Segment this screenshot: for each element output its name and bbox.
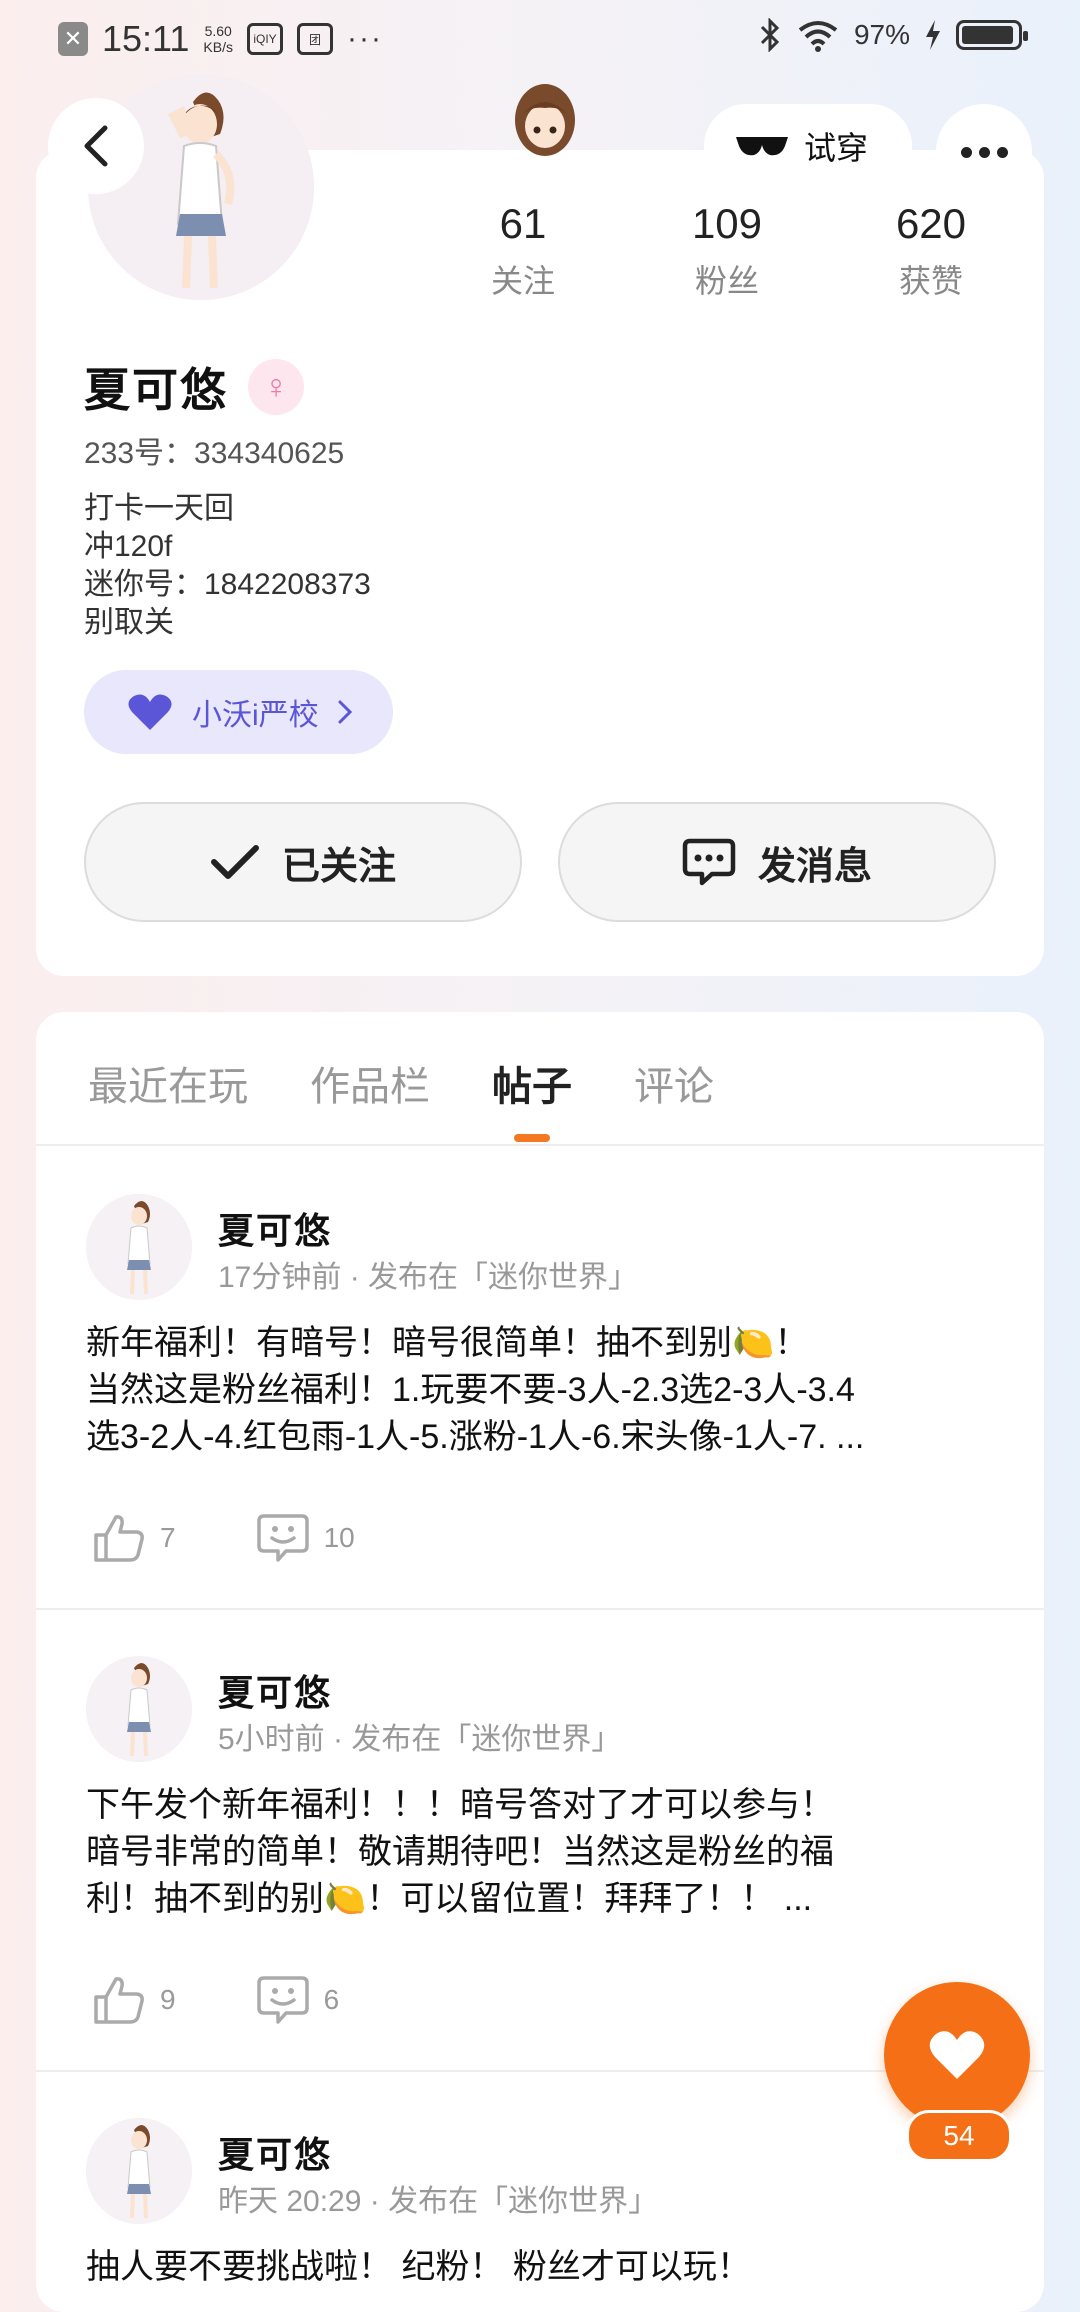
stat-value: 109 <box>691 200 763 247</box>
mini-avatar-icon[interactable] <box>510 80 580 160</box>
try-on-button[interactable]: 试穿 <box>704 104 912 188</box>
wifi-icon <box>798 21 838 52</box>
sunglasses-icon <box>736 137 788 156</box>
more-dot-icon <box>996 146 1008 158</box>
thumbs-up-icon <box>94 1515 144 1562</box>
profile-actions: 已关注 发消息 <box>84 802 996 922</box>
post-line: 选3-2人-4.红包雨-1人-5.涨粉-1人-6.宋头像-1人-7. ... <box>86 1418 865 1456</box>
tab-works[interactable]: 作品栏 <box>310 1054 430 1112</box>
stat-following[interactable]: 61 关注 <box>448 200 598 302</box>
network-speed: 5.60 KB/s <box>203 23 233 55</box>
comment-button[interactable]: 10 <box>256 1512 355 1564</box>
female-gender-icon: ♀ <box>248 359 304 415</box>
post-stats: 9 6 <box>92 1974 419 2026</box>
followed-label: 已关注 <box>281 845 396 888</box>
post-meta: 5小时前 · 发布在「迷你世界」 <box>218 1723 622 1756</box>
post-line: 利！抽不到的别🍋！可以留位置！拜拜了！！ ... <box>86 1880 813 1918</box>
profile-bio: 打卡一天回 冲120f 迷你号：1842208373 别取关 <box>84 490 371 642</box>
school-badge-button[interactable]: 小沃i严校 <box>84 670 393 754</box>
floating-like-button[interactable] <box>884 1982 1030 2128</box>
stat-followers[interactable]: 109 粉丝 <box>652 200 802 302</box>
comment-smile-icon <box>256 1976 309 2024</box>
chat-bubble-icon <box>682 838 736 886</box>
post-content[interactable]: 抽人要不要挑战啦！ 纪粉！ 粉丝才可以玩！ <box>86 2244 1006 2291</box>
battery-percent: 97% <box>853 19 910 50</box>
iqiyi-icon: iQIY <box>247 23 283 55</box>
profile-name: 夏可悠 <box>84 364 228 416</box>
more-dot-icon <box>960 146 972 158</box>
tab-comments[interactable]: 评论 <box>634 1054 714 1112</box>
post-author-avatar[interactable] <box>86 2118 192 2224</box>
back-button[interactable] <box>48 98 144 194</box>
comment-button[interactable]: 6 <box>256 1974 340 2026</box>
status-bar: ✕ 15:11 5.60 KB/s iQIY 团 ··· 97% <box>0 0 1080 80</box>
bio-line: 冲120f <box>84 530 173 563</box>
stat-label: 获赞 <box>898 263 963 299</box>
stat-value: 620 <box>895 200 967 247</box>
tab-recently-played[interactable]: 最近在玩 <box>88 1054 248 1112</box>
comment-count: 10 <box>323 1522 355 1553</box>
like-total-badge: 54 <box>906 2110 1012 2162</box>
post-line: 下午发个新年福利！！！暗号答对了才可以参与！ <box>86 1786 834 1824</box>
try-on-label: 试穿 <box>804 130 869 166</box>
chevron-right-icon <box>338 700 352 724</box>
tab-divider <box>36 1144 1044 1146</box>
bio-line: 别取关 <box>84 606 174 639</box>
post-author-avatar[interactable] <box>86 1656 192 1762</box>
posts-feed: 最近在玩 作品栏 帖子 评论 夏可悠 17分钟前 · 发布在「迷你世界」 新年福… <box>36 1012 1044 2312</box>
like-button[interactable]: 7 <box>92 1513 176 1563</box>
status-time: 15:11 <box>102 18 190 59</box>
like-count: 9 <box>160 1984 176 2015</box>
post-author-name[interactable]: 夏可悠 <box>218 2126 332 2178</box>
user-id[interactable]: 233号：334340625 <box>84 428 344 472</box>
bluetooth-icon <box>760 18 780 52</box>
followed-button[interactable]: 已关注 <box>84 802 522 922</box>
stat-label: 粉丝 <box>694 263 759 299</box>
post-stats: 7 10 <box>92 1512 435 1564</box>
stat-label: 关注 <box>490 263 555 299</box>
tab-posts[interactable]: 帖子 <box>492 1054 572 1112</box>
thumbs-up-icon <box>94 1977 144 2024</box>
heart-icon <box>128 694 172 730</box>
chevron-left-icon <box>84 125 108 167</box>
comment-count: 6 <box>323 1984 340 2015</box>
post-content[interactable]: 下午发个新年福利！！！暗号答对了才可以参与！ 暗号非常的简单！敬请期待吧！当然这… <box>86 1782 1006 1923</box>
more-notifications-icon: ··· <box>347 22 383 55</box>
post-line: 暗号非常的简单！敬请期待吧！当然这是粉丝的福 <box>86 1833 834 1871</box>
more-dot-icon <box>978 146 990 158</box>
post-author-avatar[interactable] <box>86 1194 192 1300</box>
profile-tabs: 最近在玩 作品栏 帖子 评论 <box>88 1054 714 1112</box>
notification-close-icon: ✕ <box>58 22 88 56</box>
checkmark-icon <box>210 845 259 879</box>
name-row: 夏可悠 ♀ <box>84 354 304 420</box>
heart-icon <box>929 2031 985 2079</box>
post-line: 当然这是粉丝福利！1.玩要不要-3人-2.3选2-3人-3.4 <box>86 1371 855 1409</box>
post-author-name[interactable]: 夏可悠 <box>218 1202 332 1254</box>
stat-value: 61 <box>499 200 547 247</box>
post-author-name[interactable]: 夏可悠 <box>218 1664 332 1716</box>
bio-line: 打卡一天回 <box>84 492 234 525</box>
post-meta: 17分钟前 · 发布在「迷你世界」 <box>218 1261 639 1294</box>
charging-icon <box>926 20 940 50</box>
like-button[interactable]: 9 <box>92 1975 176 2025</box>
post-divider <box>36 1608 1044 1610</box>
app-notification-icon: 团 <box>297 23 333 55</box>
send-message-button[interactable]: 发消息 <box>558 802 996 922</box>
like-count: 7 <box>160 1522 176 1553</box>
comment-smile-icon <box>256 1514 309 1562</box>
school-label: 小沃i严校 <box>192 699 319 732</box>
post-meta: 昨天 20:29 · 发布在「迷你世界」 <box>218 2185 659 2218</box>
more-options-button[interactable] <box>936 104 1032 200</box>
bio-line: 迷你号：1842208373 <box>84 568 371 601</box>
post-line: 抽人要不要挑战啦！ 纪粉！ 粉丝才可以玩！ <box>86 2248 751 2286</box>
send-message-label: 发消息 <box>757 845 872 888</box>
post-line: 新年福利！有暗号！暗号很简单！抽不到别🍋！ <box>86 1324 809 1362</box>
post-content[interactable]: 新年福利！有暗号！暗号很简单！抽不到别🍋！ 当然这是粉丝福利！1.玩要不要-3人… <box>86 1320 1006 1461</box>
battery-icon <box>956 20 1028 50</box>
stat-likes[interactable]: 620 获赞 <box>856 200 1006 302</box>
